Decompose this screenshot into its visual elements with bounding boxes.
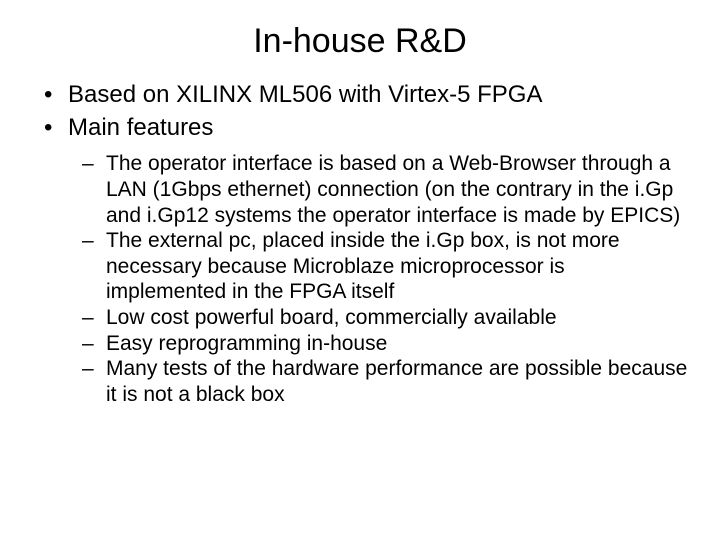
- sub-text: Easy reprogramming in-house: [106, 331, 690, 357]
- dash-icon: –: [82, 305, 106, 331]
- slide-title: In-house R&D: [30, 22, 690, 61]
- sub-bullet-list: – The operator interface is based on a W…: [30, 151, 690, 407]
- sub-text: The external pc, placed inside the i.Gp …: [106, 228, 690, 305]
- sub-item: – Many tests of the hardware performance…: [82, 356, 690, 407]
- dash-icon: –: [82, 356, 106, 407]
- sub-item: – The external pc, placed inside the i.G…: [82, 228, 690, 305]
- top-bullet-list: • Based on XILINX ML506 with Virtex-5 FP…: [30, 79, 690, 143]
- sub-item: – The operator interface is based on a W…: [82, 151, 690, 228]
- bullet-item: • Based on XILINX ML506 with Virtex-5 FP…: [44, 79, 690, 110]
- dash-icon: –: [82, 331, 106, 357]
- bullet-text: Main features: [68, 112, 690, 143]
- dash-icon: –: [82, 228, 106, 305]
- sub-text: The operator interface is based on a Web…: [106, 151, 690, 228]
- dash-icon: –: [82, 151, 106, 228]
- bullet-text: Based on XILINX ML506 with Virtex-5 FPGA: [68, 79, 690, 110]
- sub-item: – Low cost powerful board, commercially …: [82, 305, 690, 331]
- bullet-dot-icon: •: [44, 112, 68, 143]
- sub-item: – Easy reprogramming in-house: [82, 331, 690, 357]
- bullet-item: • Main features: [44, 112, 690, 143]
- bullet-dot-icon: •: [44, 79, 68, 110]
- sub-text: Low cost powerful board, commercially av…: [106, 305, 690, 331]
- sub-text: Many tests of the hardware performance a…: [106, 356, 690, 407]
